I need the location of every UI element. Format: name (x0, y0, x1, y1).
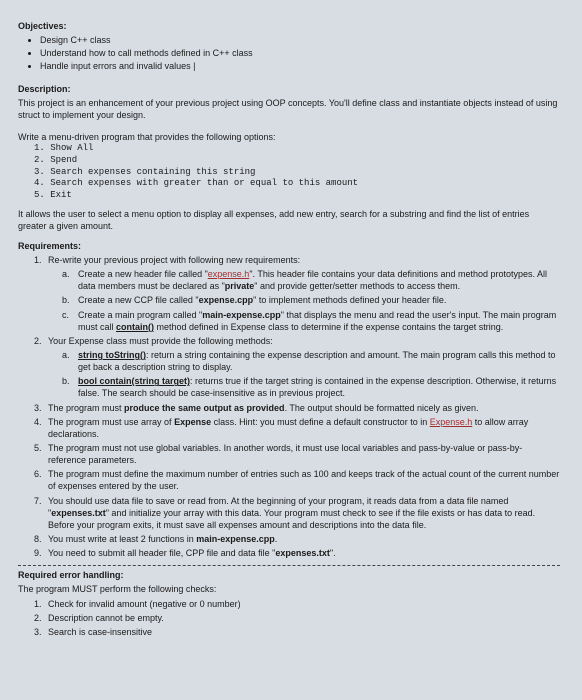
sub-letter: b. (62, 375, 70, 387)
sub-item: b.bool contain(string target): returns t… (62, 375, 560, 399)
item-number: 8. (34, 533, 42, 545)
requirements-heading: Requirements: (18, 240, 560, 252)
error-handling-intro: The program MUST perform the following c… (18, 583, 560, 595)
text-run: . (275, 534, 278, 544)
requirement-item: 1. Re-write your previous project with fo… (34, 254, 560, 333)
sub-item: c. Create a main program called "main-exp… (62, 309, 560, 333)
text-run: Create a new CCP file called " (78, 295, 199, 305)
sub-letter: b. (62, 294, 70, 306)
text-run: " and initialize your array with this da… (48, 508, 535, 530)
objectives-list: Design C++ class Understand how to call … (40, 34, 560, 72)
text-run: The program must (48, 403, 124, 413)
error-item: 1.Check for invalid amount (negative or … (34, 598, 560, 610)
text-run: " and provide getter/setter methods to a… (254, 281, 460, 291)
menu-options: 1. Show All 2. Spend 3. Search expenses … (34, 143, 560, 201)
sub-letter: a. (62, 268, 70, 280)
text-run: method defined in Expense class to deter… (154, 322, 503, 332)
sub-item: b. Create a new CCP file called "expense.… (62, 294, 560, 306)
menu-option: 4. Search expenses with greater than or … (34, 178, 560, 190)
item-number: 1. (34, 254, 42, 266)
text-run: Expense (174, 417, 211, 427)
text-run: private (225, 281, 255, 291)
sub-letter: c. (62, 309, 69, 321)
text-run: expenses.txt (51, 508, 106, 518)
requirement-item: 5. The program must not use global variab… (34, 442, 560, 466)
text-run: The program must use array of (48, 417, 174, 427)
text-run: You must write at least 2 functions in (48, 534, 196, 544)
text-run: . The output should be formatted nicely … (285, 403, 479, 413)
text-run: main-expense.cpp (196, 534, 275, 544)
menu-option: 5. Exit (34, 190, 560, 202)
error-handling-heading: Required error handling: (18, 569, 560, 581)
menu-option: 1. Show All (34, 143, 560, 155)
text-run: ". (330, 548, 336, 558)
requirements-list: 1. Re-write your previous project with fo… (34, 254, 560, 559)
sub-item: a. string toString(): return a string con… (62, 349, 560, 373)
text-run: Create a main program called " (78, 310, 202, 320)
description-body: This project is an enhancement of your p… (18, 97, 560, 121)
text-run: bool contain(string target) (78, 376, 190, 386)
separator (18, 565, 560, 566)
item-number: 9. (34, 547, 42, 559)
description-heading: Description: (18, 83, 560, 95)
objectives-heading: Objectives: (18, 20, 560, 32)
item-number: 2. (34, 335, 42, 347)
text-run: produce the same output as provided (124, 403, 285, 413)
text-run: class. Hint: you must define a default c… (211, 417, 430, 427)
menu-intro: Write a menu-driven program that provide… (18, 131, 560, 143)
error-item: 2.Description cannot be empty. (34, 612, 560, 624)
text-run: Create a new header file called " (78, 269, 208, 279)
requirement-item: 9. You need to submit all header file, CP… (34, 547, 560, 559)
text-run: The program must not use global variable… (48, 443, 522, 465)
error-handling-list: 1.Check for invalid amount (negative or … (34, 598, 560, 638)
objective-item: Understand how to call methods defined i… (40, 47, 560, 59)
text-run: contain() (116, 322, 154, 332)
menu-after-text: It allows the user to select a menu opti… (18, 208, 560, 232)
requirement-item: 4.The program must use array of Expense … (34, 416, 560, 440)
sub-letter: a. (62, 349, 70, 361)
item-text: Your Expense class must provide the foll… (48, 336, 273, 346)
item-number: 5. (34, 442, 42, 454)
text-run: : return a string containing the expense… (78, 350, 556, 372)
requirement-item: 2. Your Expense class must provide the fo… (34, 335, 560, 400)
item-number: 6. (34, 468, 42, 480)
text-run: The program must define the maximum numb… (48, 469, 559, 491)
item-text: Re-write your previous project with foll… (48, 255, 300, 265)
objective-item: Design C++ class (40, 34, 560, 46)
text-run: string toString() (78, 350, 146, 360)
menu-option: 2. Spend (34, 155, 560, 167)
sub-list: a.Create a new header file called "expen… (62, 268, 560, 333)
requirement-item: 8. You must write at least 2 functions in… (34, 533, 560, 545)
text-run: expenses.txt (275, 548, 330, 558)
requirement-item: 7.You should use data file to save or re… (34, 495, 560, 531)
sub-item: a. Create a new header file called "expen… (62, 268, 560, 292)
text-run: You need to submit all header file, CPP … (48, 548, 275, 558)
text-run: expense.cpp (199, 295, 254, 305)
error-item: 3.Search is case-insensitive (34, 626, 560, 638)
objective-item: Handle input errors and invalid values | (40, 60, 560, 72)
text-run: expense.h (208, 269, 250, 279)
item-number: 4. (34, 416, 42, 428)
requirement-item: 6. The program must define the maximum nu… (34, 468, 560, 492)
item-number: 3. (34, 402, 42, 414)
sub-list: a. string toString(): return a string con… (62, 349, 560, 400)
item-number: 7. (34, 495, 42, 507)
requirement-item: 3. The program must produce the same outp… (34, 402, 560, 414)
text-run: Expense.h (430, 417, 473, 427)
text-run: " to implement methods defined your head… (253, 295, 446, 305)
menu-option: 3. Search expenses containing this strin… (34, 167, 560, 179)
text-run: main-expense.cpp (202, 310, 281, 320)
